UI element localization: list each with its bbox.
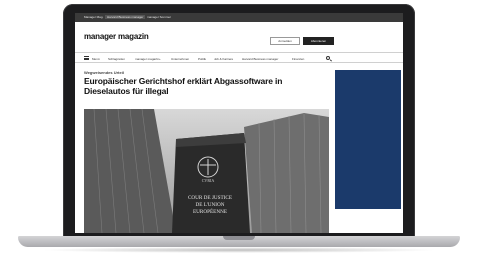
article-headline[interactable]: Europäischer Gerichtshof erklärt Abgasso… (84, 76, 329, 96)
site-logo[interactable]: manager magazin (84, 32, 149, 41)
article-photo[interactable]: CVRIA COUR DE JUSTICE DE L'UNION EUROPÉE… (84, 109, 329, 233)
hamburger-menu-icon[interactable] (84, 56, 89, 60)
nav-item-unternehmen[interactable]: Unternehmen (171, 57, 189, 61)
nav-item-menu[interactable]: Menü (92, 57, 100, 61)
court-sign-line-1: COUR DE JUSTICE (188, 195, 232, 201)
court-sign-line-2: DE L'UNION (195, 202, 224, 208)
laptop-base (18, 236, 460, 247)
laptop-screen: Manager Mag. Harvard Business manager ma… (75, 13, 403, 233)
nav-item-politik[interactable]: Politik (198, 57, 206, 61)
nav-item-manager-magazin-plus[interactable]: manager magazin+ (135, 57, 161, 61)
subscribe-button[interactable]: Abonnieren (303, 37, 334, 45)
advertisement-panel[interactable] (335, 70, 401, 209)
laptop-notch (223, 236, 255, 240)
court-sign-line-3: EUROPÉENNE (193, 207, 227, 215)
topbar-link-3[interactable]: manager Sommer (147, 15, 171, 19)
top-utility-bar: Manager Mag. Harvard Business manager ma… (75, 13, 403, 22)
login-button[interactable]: Anmelden (270, 37, 300, 45)
search-icon[interactable] (326, 56, 330, 60)
topbar-link-2[interactable]: Harvard Business manager (105, 15, 146, 19)
laptop-shadow (40, 247, 438, 253)
nav-item-harvard-business-manager[interactable]: Harvard Business manager (242, 57, 278, 61)
article-kicker: Wegweisendes Urteil (84, 70, 124, 75)
topbar-link-1[interactable]: Manager Mag. (84, 15, 103, 19)
nav-item-schlagzeilen[interactable]: Schlagzeilen (108, 57, 125, 61)
court-building-image: CVRIA COUR DE JUSTICE DE L'UNION EUROPÉE… (84, 109, 329, 233)
nav-item-job-karriere[interactable]: Job & Karriere (214, 57, 233, 61)
laptop-mockup: Manager Mag. Harvard Business manager ma… (0, 0, 478, 262)
nav-item-finanzen[interactable]: Finanzen (292, 57, 304, 61)
main-navigation: Menü Schlagzeilen manager magazin+ Unter… (75, 52, 403, 63)
court-emblem-text: CVRIA (202, 178, 215, 183)
